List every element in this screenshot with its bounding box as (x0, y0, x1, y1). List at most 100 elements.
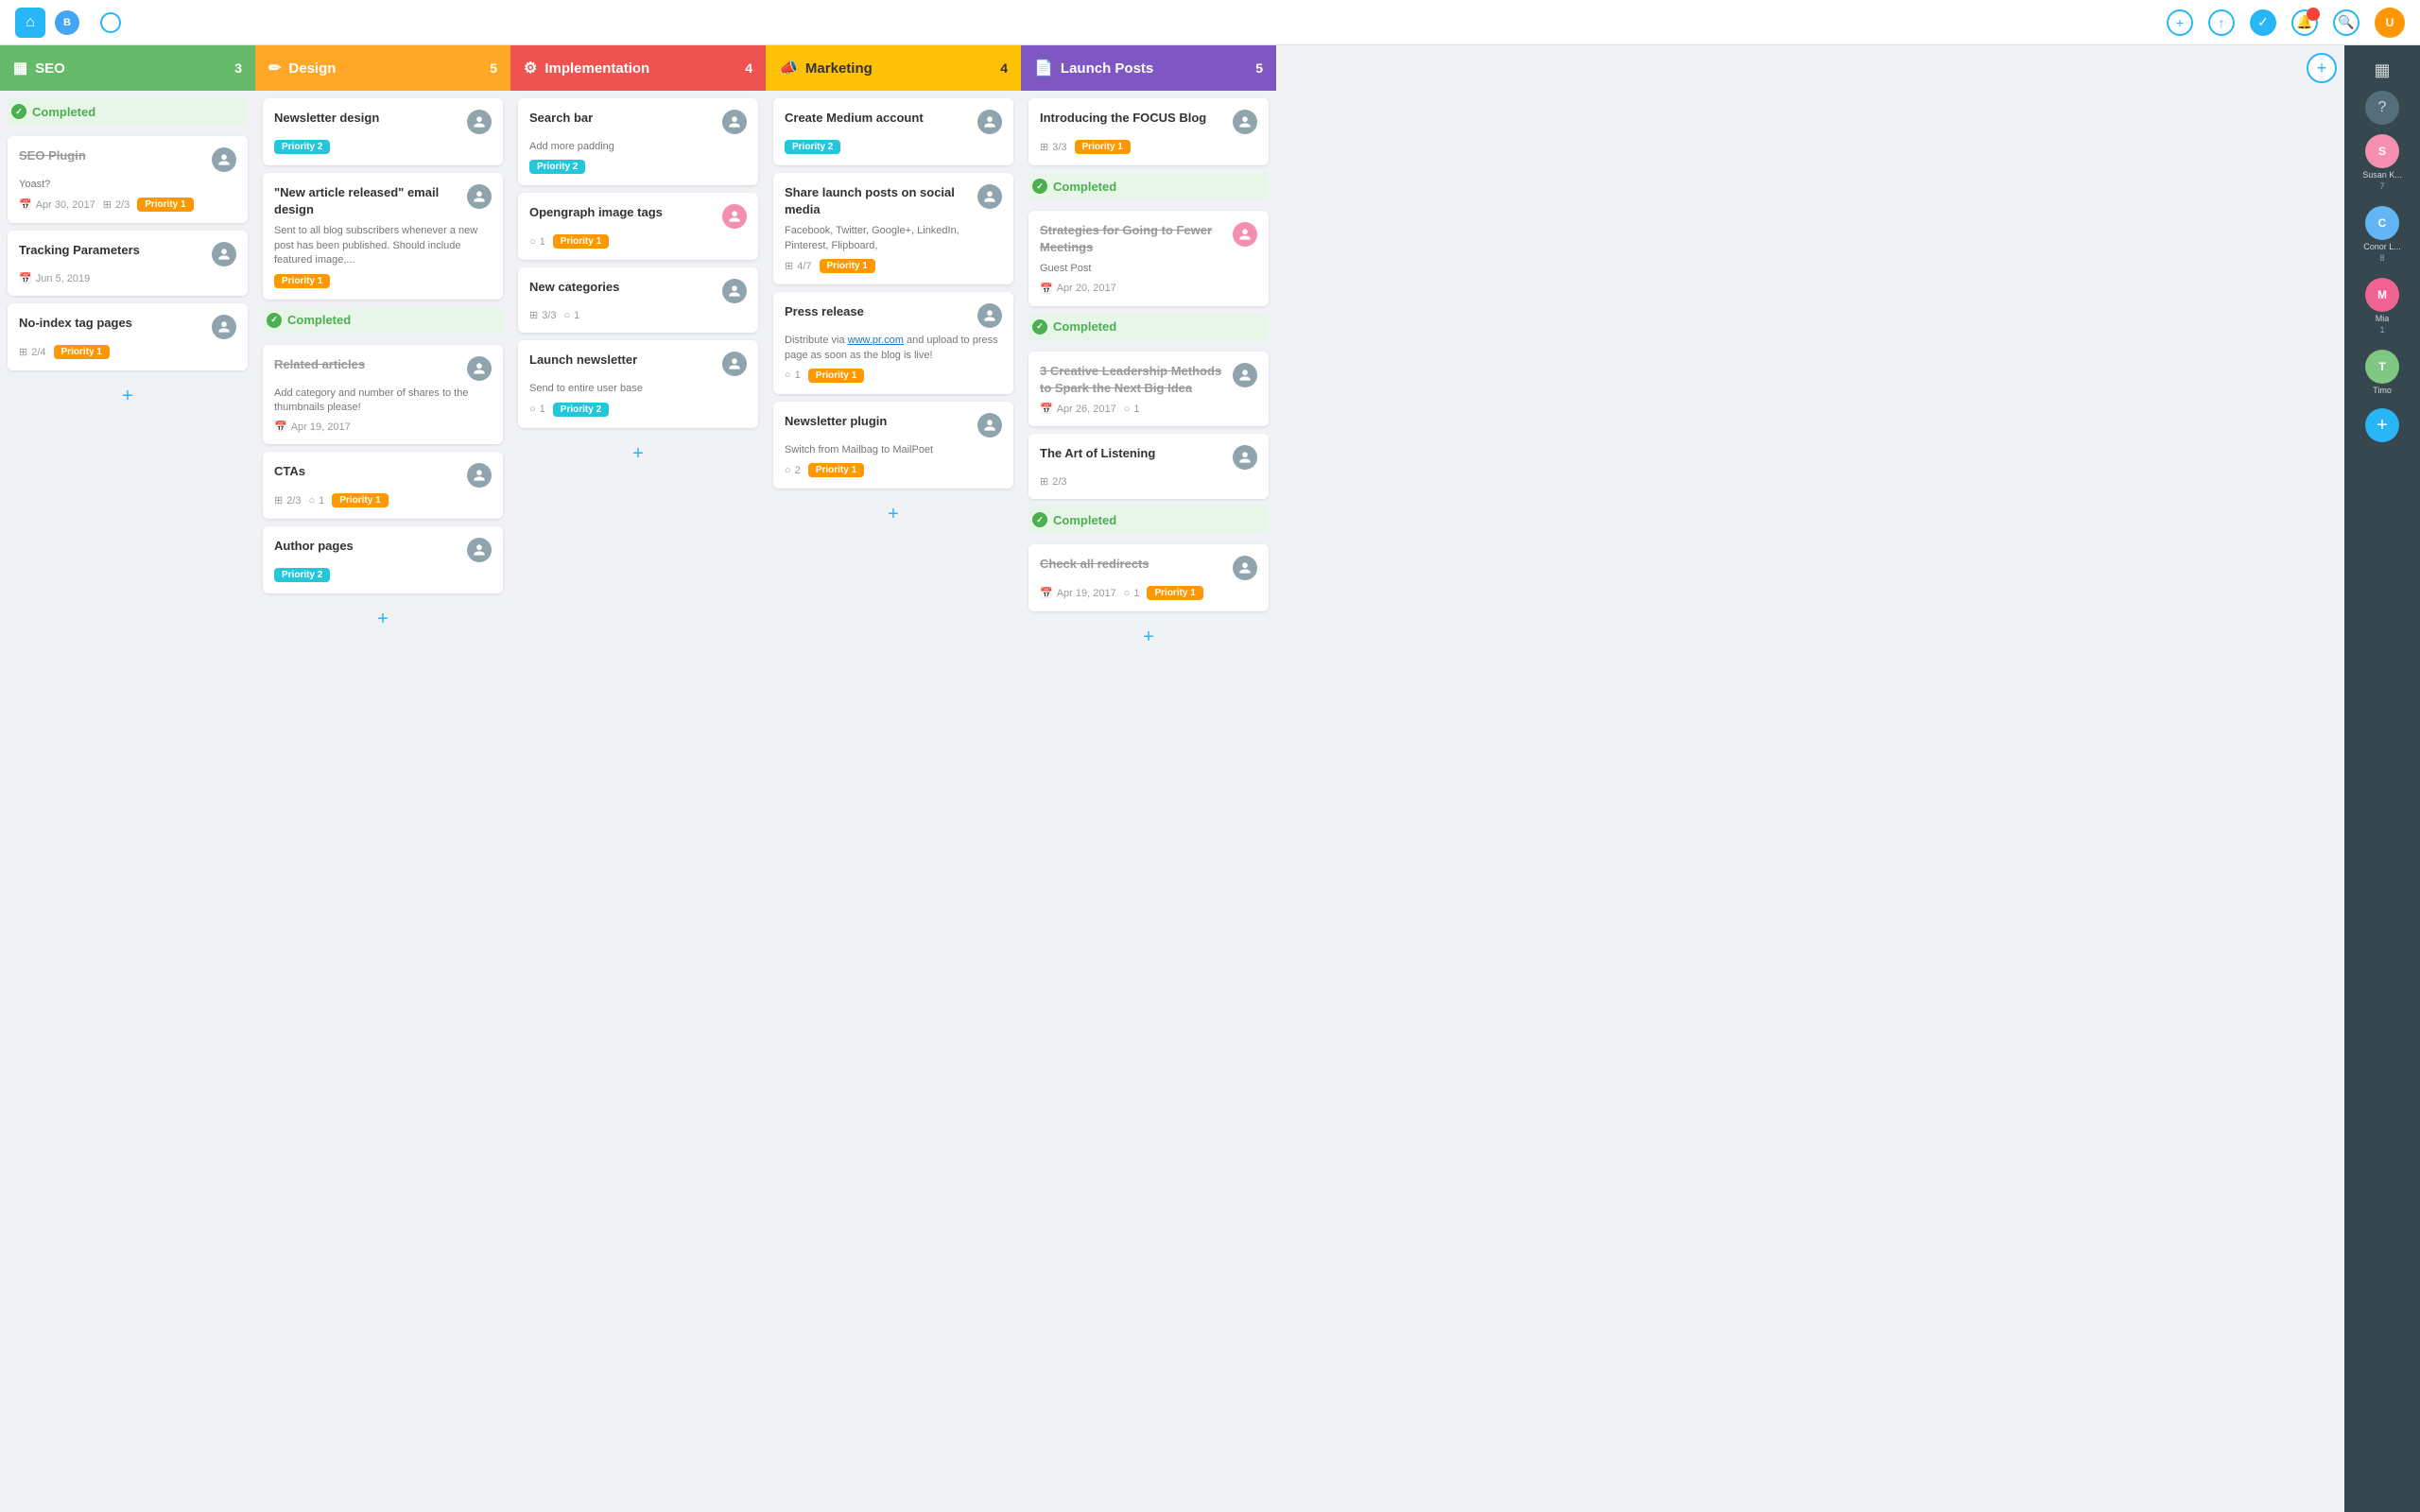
column-marketing: 📣 Marketing 4 Create Medium account Prio… (766, 45, 1021, 1512)
card-header: Create Medium account (785, 110, 1002, 134)
main-layout: ▦ SEO 3 ✓ Completed SEO Plugin Yoast? 📅A… (0, 45, 2420, 1512)
mia-name: Mia (2376, 314, 2390, 323)
card-comments: ○1 (529, 404, 545, 415)
column-implementation: ⚙ Implementation 4 Search bar Add more p… (510, 45, 766, 1512)
card-new-categories[interactable]: New categories ⊞3/3○1 (518, 267, 758, 333)
comment-icon: ○ (785, 465, 791, 476)
pr-link[interactable]: www.pr.com (848, 335, 904, 346)
card-title: Share launch posts on social media (785, 184, 970, 218)
card-title: Newsletter design (274, 110, 459, 127)
card-footer: 📅Apr 19, 2017○1Priority 1 (1040, 586, 1257, 600)
sidebar-user-conor[interactable]: C Conor L... 8 (2360, 200, 2405, 268)
board-toggle[interactable]: ▦ (2365, 53, 2399, 87)
check-nav-icon[interactable]: ✓ (2250, 9, 2276, 36)
add-column-button[interactable]: + (2299, 45, 2344, 1512)
upload-nav-icon[interactable]: ↑ (2208, 9, 2235, 36)
info-icon[interactable] (100, 12, 121, 33)
card-introducing-focus[interactable]: Introducing the FOCUS Blog ⊞3/3Priority … (1028, 98, 1269, 165)
column-title-launchposts: Launch Posts (1061, 60, 1255, 77)
card-header: Newsletter plugin (785, 413, 1002, 438)
card-subtask: ⊞2/3 (274, 494, 302, 507)
card-opengraph[interactable]: Opengraph image tags ○1Priority 1 (518, 193, 758, 260)
card-title: Opengraph image tags (529, 204, 715, 221)
project-name[interactable]: B (55, 10, 91, 35)
card-new-article-email[interactable]: "New article released" email design Sent… (263, 173, 503, 300)
completed-dot: ✓ (1032, 319, 1047, 335)
subtask-icon: ⊞ (785, 260, 793, 272)
card-description: Send to entire user base (529, 382, 747, 396)
card-description: Sent to all blog subscribers whenever a … (274, 224, 492, 267)
sidebar-user-mia[interactable]: M Mia 1 (2361, 272, 2403, 340)
card-creative-leadership[interactable]: 3 Creative Leadership Methods to Spark t… (1028, 352, 1269, 426)
top-nav: ⌂ B + ↑ ✓ 🔔 🔍 U (0, 0, 2420, 45)
add-card-button-implementation[interactable]: + (518, 436, 758, 472)
card-check-redirects[interactable]: Check all redirects 📅Apr 19, 2017○1Prior… (1028, 544, 1269, 611)
add-card-button-marketing[interactable]: + (773, 496, 1013, 533)
card-launch-newsletter[interactable]: Launch newsletter Send to entire user ba… (518, 340, 758, 427)
add-nav-icon[interactable]: + (2167, 9, 2193, 36)
completed-section-header: ✓ Completed (1028, 314, 1269, 340)
card-footer: ⊞4/7Priority 1 (785, 259, 1002, 273)
card-tracking-params[interactable]: Tracking Parameters 📅Jun 5, 2019 (8, 231, 248, 296)
timo-name: Timo (2373, 386, 2392, 395)
card-press-release[interactable]: Press release Distribute via www.pr.com … (773, 292, 1013, 394)
bell-nav-icon[interactable]: 🔔 (2291, 9, 2318, 36)
column-body-implementation: Search bar Add more padding Priority 2 O… (510, 91, 766, 1512)
card-avatar (467, 110, 492, 134)
completed-label: Completed (32, 105, 95, 119)
card-avatar (212, 315, 236, 339)
card-strategies-meetings[interactable]: Strategies for Going to Fewer Meetings G… (1028, 211, 1269, 306)
search-nav-icon[interactable]: 🔍 (2333, 9, 2360, 36)
add-column-icon[interactable]: + (2307, 53, 2337, 83)
card-author-pages[interactable]: Author pages Priority 2 (263, 526, 503, 593)
card-create-medium[interactable]: Create Medium account Priority 2 (773, 98, 1013, 165)
card-date: 📅Apr 26, 2017 (1040, 403, 1116, 415)
card-header: Related articles (274, 356, 492, 381)
completed-dot: ✓ (11, 104, 26, 119)
calendar-icon: 📅 (19, 272, 32, 284)
card-date: 📅Apr 20, 2017 (1040, 283, 1116, 295)
sidebar-user-timo[interactable]: T Timo (2361, 344, 2403, 401)
column-icon-implementation: ⚙ (524, 59, 537, 77)
add-card-button-seo[interactable]: + (8, 378, 248, 415)
card-avatar (1233, 556, 1257, 580)
card-avatar (977, 413, 1002, 438)
card-share-launch[interactable]: Share launch posts on social media Faceb… (773, 173, 1013, 284)
card-footer: Priority 2 (785, 140, 1002, 154)
card-ctas[interactable]: CTAs ⊞2/3○1Priority 1 (263, 452, 503, 519)
completed-label: Completed (1053, 513, 1116, 527)
completed-dot: ✓ (1032, 512, 1047, 527)
card-subtask: ⊞4/7 (785, 260, 812, 272)
comment-icon: ○ (529, 236, 536, 248)
sidebar-user-susank[interactable]: S Susan K... 7 (2359, 129, 2406, 197)
column-body-launchposts: Introducing the FOCUS Blog ⊞3/3Priority … (1021, 91, 1276, 1512)
card-footer: ⊞2/3○1Priority 1 (274, 493, 492, 507)
card-title: Launch newsletter (529, 352, 715, 369)
card-search-bar[interactable]: Search bar Add more padding Priority 2 (518, 98, 758, 185)
card-footer: Priority 2 (274, 568, 492, 582)
user-avatar[interactable]: U (2375, 8, 2405, 38)
calendar-icon: 📅 (274, 421, 287, 433)
subtask-icon: ⊞ (274, 494, 283, 507)
column-count-launchposts: 5 (1255, 60, 1263, 76)
card-comments: ○1 (1124, 404, 1140, 415)
nav-actions: + ↑ ✓ 🔔 🔍 U (2167, 8, 2405, 38)
card-newsletter-design[interactable]: Newsletter design Priority 2 (263, 98, 503, 165)
card-related-articles[interactable]: Related articles Add category and number… (263, 345, 503, 445)
add-card-button-launchposts[interactable]: + (1028, 619, 1269, 656)
card-title: No-index tag pages (19, 315, 204, 332)
card-noindex-tag[interactable]: No-index tag pages ⊞2/4Priority 1 (8, 303, 248, 370)
conor-avatar: C (2365, 206, 2399, 240)
sidebar-add-user-button[interactable]: + (2365, 408, 2399, 442)
card-seo-plugin[interactable]: SEO Plugin Yoast? 📅Apr 30, 2017⊞2/3Prior… (8, 136, 248, 223)
card-header: Strategies for Going to Fewer Meetings (1040, 222, 1257, 256)
card-art-of-listening[interactable]: The Art of Listening ⊞2/3 (1028, 434, 1269, 499)
home-icon[interactable]: ⌂ (15, 8, 45, 38)
card-newsletter-plugin[interactable]: Newsletter plugin Switch from Mailbag to… (773, 402, 1013, 489)
card-header: Search bar (529, 110, 747, 134)
unassigned-icon[interactable]: ? (2365, 91, 2399, 125)
add-card-button-design[interactable]: + (263, 601, 503, 638)
comment-icon: ○ (309, 495, 316, 507)
card-header: Check all redirects (1040, 556, 1257, 580)
card-subtitle: Yoast? (19, 178, 236, 192)
